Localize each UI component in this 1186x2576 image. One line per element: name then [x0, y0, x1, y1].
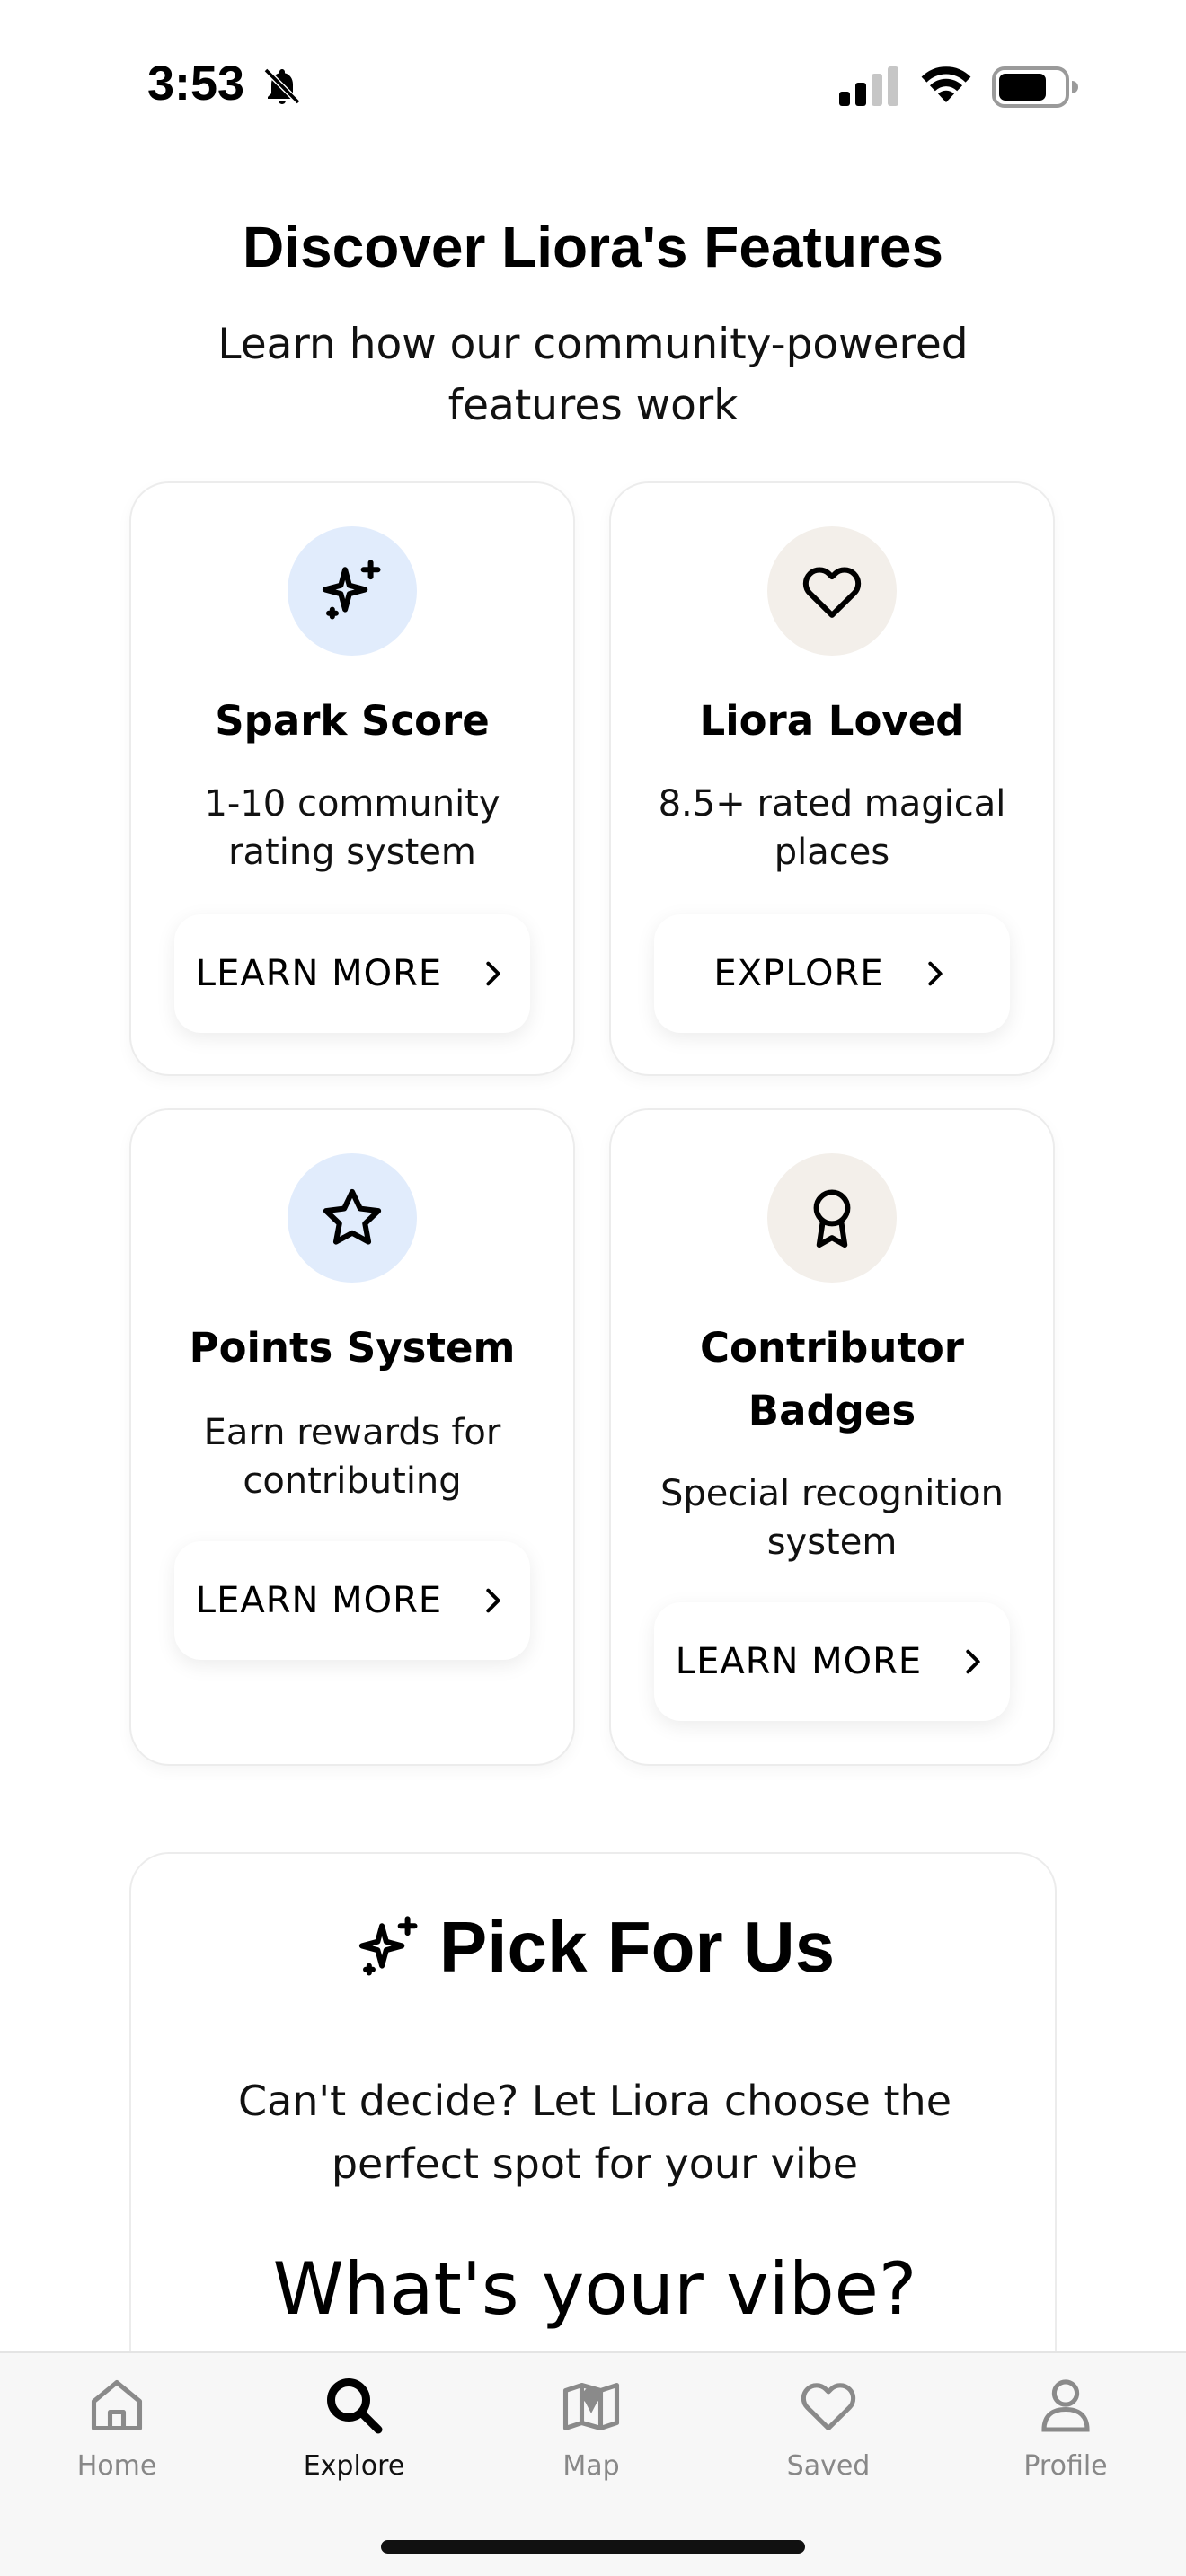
star-icon — [323, 1188, 382, 1245]
pick-for-us-description: Can't decide? Let Liora choose the perfe… — [237, 2077, 952, 2188]
status-bar: 3:53 — [0, 0, 1186, 171]
feature-title: Contributor Badges — [700, 1324, 964, 1434]
bell-slash-icon — [263, 67, 301, 105]
learn-more-button[interactable]: LEARN MORE — [174, 1541, 530, 1660]
feature-title: Spark Score — [215, 697, 490, 745]
tab-label: Map — [562, 2450, 620, 2482]
tab-bar: Home Explore Map Saved Profile — [0, 2351, 1186, 2576]
feature-icon-badge — [288, 1153, 417, 1283]
learn-more-button[interactable]: LEARN MORE — [654, 1602, 1010, 1721]
learn-more-button[interactable]: LEARN MORE — [174, 914, 530, 1033]
home-indicator[interactable] — [381, 2540, 805, 2554]
tab-map[interactable]: Map — [501, 2373, 681, 2508]
pick-for-us-title: Pick For Us — [438, 1907, 836, 1987]
page-subtitle: Learn how our community-powered features… — [217, 320, 969, 430]
feature-title: Points System — [189, 1324, 516, 1372]
heart-icon — [801, 2383, 856, 2431]
explore-button[interactable]: EXPLORE — [654, 914, 1010, 1033]
tab-explore[interactable]: Explore — [264, 2373, 444, 2508]
cellular-signal-icon — [839, 66, 898, 106]
wifi-icon — [921, 66, 971, 102]
button-label: LEARN MORE — [675, 1641, 923, 1682]
chevron-right-icon — [486, 961, 500, 986]
award-icon — [813, 1189, 851, 1248]
tab-label: Saved — [786, 2450, 871, 2482]
page-title: Discover Liora's Features — [243, 215, 943, 279]
pick-for-us-heading: Pick For Us — [131, 1906, 1058, 1989]
button-label: LEARN MORE — [195, 953, 443, 994]
tab-profile[interactable]: Profile — [976, 2373, 1155, 2508]
feature-card-points-system: Points System Earn rewards for contribut… — [129, 1108, 575, 1766]
heart-icon — [802, 567, 862, 618]
feature-icon-badge — [767, 526, 897, 656]
search-icon — [327, 2378, 383, 2434]
vibe-question: What's your vibe? — [272, 2247, 917, 2331]
tab-label: Explore — [303, 2450, 405, 2482]
home-icon — [91, 2379, 143, 2431]
chevron-right-icon — [927, 961, 943, 986]
tab-label: Profile — [1023, 2450, 1108, 2482]
status-time: 3:53 — [147, 57, 245, 110]
tab-saved[interactable]: Saved — [739, 2373, 918, 2508]
sparkles-icon — [322, 560, 381, 620]
feature-description: Earn rewards for contributing — [203, 1412, 501, 1502]
feature-description: 8.5+ rated magical places — [658, 783, 1006, 873]
button-label: LEARN MORE — [195, 1580, 443, 1621]
feature-icon-badge — [767, 1153, 897, 1283]
map-icon — [562, 2382, 620, 2431]
feature-card-liora-loved: Liora Loved 8.5+ rated magical places EX… — [609, 481, 1055, 1076]
chevron-right-icon — [486, 1588, 500, 1613]
feature-card-contributor-badges: Contributor Badges Special recognition s… — [609, 1108, 1055, 1766]
chevron-right-icon — [966, 1649, 980, 1674]
tab-label: Home — [76, 2450, 157, 2482]
feature-title: Liora Loved — [699, 697, 965, 745]
feature-icon-badge — [288, 526, 417, 656]
sparkles-icon — [358, 1916, 418, 1976]
feature-card-spark-score: Spark Score 1-10 community rating system… — [129, 481, 575, 1076]
button-label: EXPLORE — [713, 953, 884, 994]
feature-description: Special recognition system — [660, 1473, 1004, 1563]
feature-description: 1-10 community rating system — [204, 783, 500, 873]
tab-home[interactable]: Home — [27, 2373, 207, 2508]
battery-icon — [992, 66, 1078, 108]
profile-icon — [1041, 2379, 1090, 2432]
